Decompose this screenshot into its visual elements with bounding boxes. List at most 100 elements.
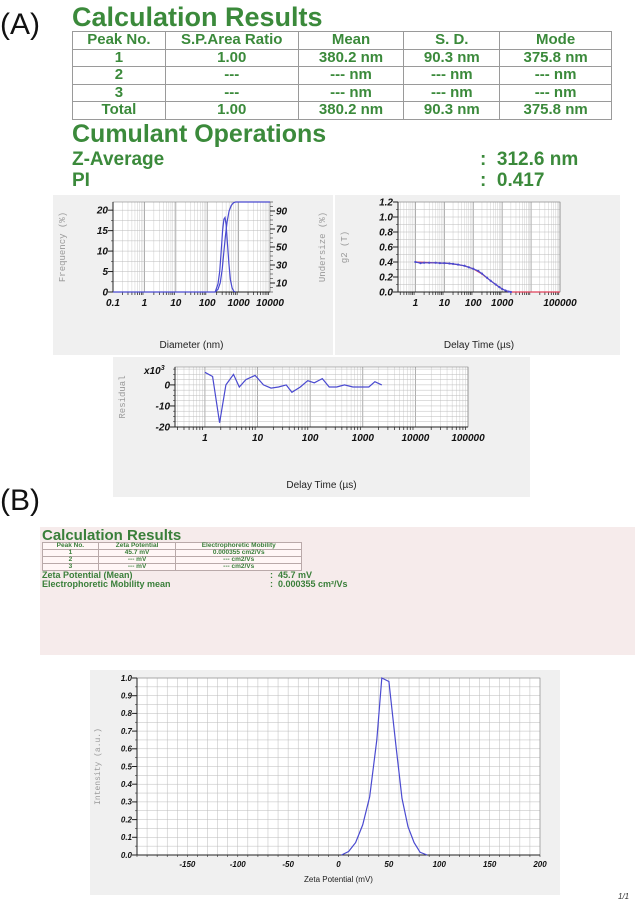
x-tick-label: -100 (230, 860, 247, 869)
zeta-results-table: Peak No. Zeta Potential Electrophoretic … (42, 542, 302, 571)
y-axis-label: Intensity (a.u.) (94, 728, 103, 805)
x-axis-label: Diameter (nm) (160, 340, 224, 351)
pi-label: PI (72, 170, 90, 191)
y-tick-label: 0.0 (379, 288, 393, 299)
y-tick-label: 1.0 (121, 674, 133, 683)
header-cell: Peak No. (72, 31, 166, 50)
x-tick-label: 10000 (401, 433, 429, 444)
data-point (494, 283, 497, 286)
y-tick-label: 0.5 (121, 762, 133, 771)
data-point (434, 261, 437, 264)
data-point (463, 264, 466, 267)
y2-tick-label: 50 (276, 243, 288, 254)
cell: --- nm (403, 66, 501, 85)
y-tick-label: 0.3 (121, 798, 133, 807)
data-point (414, 260, 417, 264)
y-tick-label: 1.0 (379, 213, 393, 224)
residual-chart: 1 10 100 1000 10000 100000 -20 -10 0 Delay Time (… (113, 357, 530, 497)
cell: Total (72, 101, 166, 120)
table-row: Total 1.00 380.2 nm 90.3 nm 375.8 nm (72, 101, 612, 120)
chart-svg: 1 10 100 1000 100000 0.0 0.2 0.4 0.6 0.8 1.0 1.2 Del… (340, 198, 577, 352)
x-tick-label: -50 (282, 860, 294, 869)
cell: --- nm (499, 66, 612, 85)
x-axis-label: Zeta Potential (mV) (304, 875, 373, 884)
y-tick-label: 0 (164, 380, 170, 391)
data-point (507, 290, 510, 293)
data-point (423, 261, 426, 264)
table-row: 2 --- mV --- cm2/Vs (42, 556, 302, 564)
x-axis-label: Delay Time (µs) (286, 480, 356, 491)
y-tick-label: 0.0 (121, 851, 133, 860)
cell: 1.00 (164, 48, 299, 67)
cell: --- (164, 83, 299, 102)
size-distribution-chart: 0.1 1 10 100 1000 10000 0 5 10 15 20 10 30 50 70 90 Unde… (53, 195, 333, 355)
data-point (489, 279, 492, 282)
y2-tick-label: 70 (276, 225, 288, 236)
y2-tick-label: 90 (276, 207, 288, 218)
x-tick-label: 100 (199, 298, 216, 309)
multiplier-exponent: 3 (161, 365, 165, 372)
x-tick-label: 200 (532, 860, 547, 869)
data-point (457, 263, 460, 266)
x-tick-label: 100 (433, 860, 447, 869)
cell: --- nm (297, 83, 405, 102)
data-point (451, 262, 455, 265)
multiplier-base: x10 (143, 366, 161, 377)
y-axis-label: Residual (118, 375, 128, 418)
x-tick-label: 100 (302, 433, 319, 444)
correlogram-chart: 1 10 100 1000 100000 0.0 0.2 0.4 0.6 0.8 1.0 1.2 Del… (335, 195, 620, 355)
x-tick-label: 50 (384, 860, 393, 869)
y2-axis-label: Undersize (%) (318, 212, 328, 282)
cell: 90.3 nm (403, 48, 501, 67)
y-axis-label: Frequency (%) (58, 212, 68, 282)
header-cell: Mean (297, 31, 405, 50)
x-tick-label: 100000 (451, 433, 485, 444)
x-tick-label: 10 (170, 298, 182, 309)
table-row: 1 1.00 380.2 nm 90.3 nm 375.8 nm (72, 48, 612, 67)
size-results-table: Peak No. S.P.Area Ratio Mean S. D. Mode … (72, 31, 612, 120)
cell: 380.2 nm (297, 48, 405, 67)
y-tick-label: 5 (102, 267, 108, 278)
y-tick-label: 1.2 (379, 198, 393, 209)
y-tick-label: -20 (156, 423, 171, 434)
zeta-potential-chart: -150 -100 -50 0 50 100 150 200 0.0 0.1 0.2 0.3 0.4 0.… (90, 670, 560, 895)
data-point (438, 262, 441, 265)
x-tick-label: 1000 (227, 298, 250, 309)
z-average-label: Z-Average (72, 149, 165, 170)
data-point (443, 262, 446, 265)
cell: --- (164, 66, 299, 85)
y2-tick-label: 10 (276, 279, 288, 290)
y-tick-label: 0.2 (379, 273, 393, 284)
header-cell: Mode (499, 31, 612, 50)
plot-area (113, 202, 270, 292)
y-tick-label: 0 (102, 288, 108, 299)
y-axis-label: g2 (T) (340, 231, 350, 263)
y-tick-label: 0.7 (121, 727, 133, 736)
zeta-results-title: Calculation Results (42, 527, 182, 544)
table-row: 3 --- --- nm --- nm --- nm (72, 83, 612, 102)
chart-svg: 1 10 100 1000 10000 100000 -20 -10 0 Delay Time (… (118, 365, 485, 491)
panel-a-label: (A) (0, 8, 40, 41)
data-point (467, 266, 470, 269)
cell: --- nm (297, 66, 405, 85)
mobility-mean-value: : 0.000355 cm²/Vs (270, 579, 348, 589)
z-average-value: : 312.6 nm (480, 149, 579, 170)
x-tick-label: 1000 (352, 433, 375, 444)
cell: 375.8 nm (499, 48, 612, 67)
data-point (477, 269, 480, 273)
chart-svg: -150 -100 -50 0 50 100 150 200 0.0 0.1 0.2 0.3 0.4 0.… (94, 674, 547, 884)
y-tick-label: 20 (96, 206, 109, 217)
x-axis-label: Delay Time (µs) (444, 340, 514, 351)
data-point (501, 287, 504, 291)
y-tick-label: 0.6 (379, 243, 393, 254)
y-tick-label: 15 (97, 226, 109, 237)
data-point (419, 262, 422, 265)
table-row: 1 45.7 mV 0.000355 cm2/Vs (42, 549, 302, 557)
data-point (498, 286, 501, 289)
cell: 1.00 (164, 101, 299, 120)
y-tick-label: 0.1 (121, 833, 133, 842)
cell: 1 (72, 48, 166, 67)
chart-svg: 0.1 1 10 100 1000 10000 0 5 10 15 20 10 30 50 70 90 Unde… (58, 201, 328, 351)
y-tick-label: -10 (156, 401, 171, 412)
header-cell: S. D. (403, 31, 501, 50)
